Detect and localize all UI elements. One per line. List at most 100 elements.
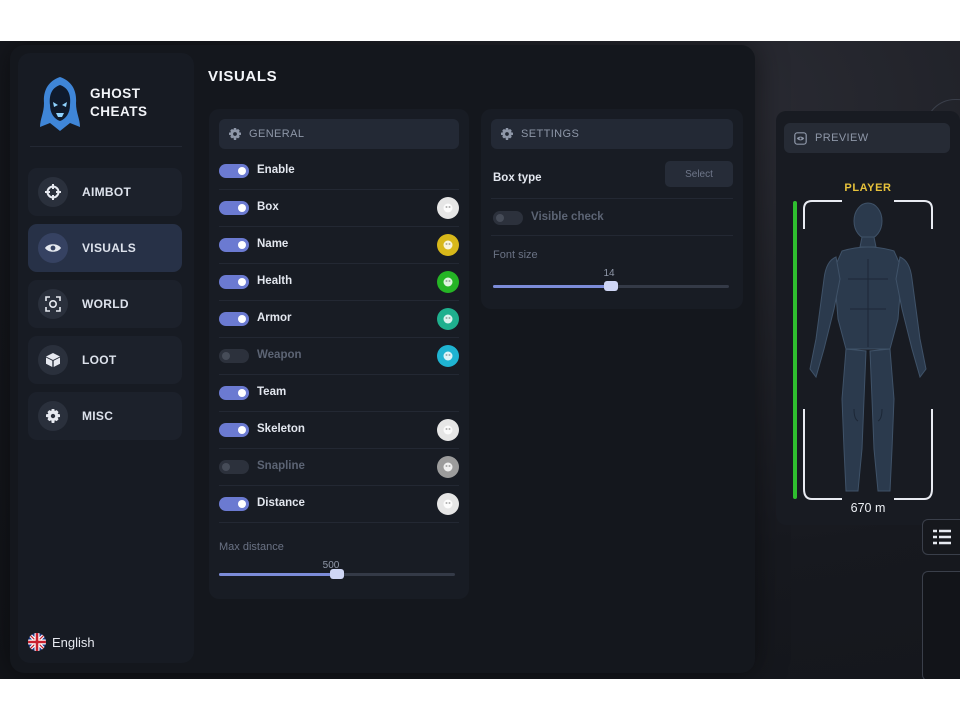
row-label: Distance <box>257 497 305 509</box>
general-panel-header: GENERAL <box>219 119 459 149</box>
side-panel-edge <box>922 571 960 679</box>
gear-icon <box>501 128 513 140</box>
row-armor: Armor <box>219 300 459 338</box>
box-type-label: Box type <box>493 172 542 184</box>
max-distance-label: Max distance <box>219 541 284 553</box>
sidebar-item-loot[interactable]: LOOT <box>28 336 182 384</box>
crosshair-icon <box>38 177 68 207</box>
font-size-value: 14 <box>603 268 615 279</box>
row-visible-check: Visible check <box>491 199 733 236</box>
general-panel-title: GENERAL <box>249 128 305 140</box>
sidebar-divider <box>30 146 182 147</box>
sidebar-item-aimbot[interactable]: AIMBOT <box>28 168 182 216</box>
row-enable: Enable <box>219 152 459 190</box>
font-size-slider[interactable] <box>493 281 729 291</box>
brand-name: GHOST CHEATS <box>90 85 148 121</box>
row-label: Snapline <box>257 460 305 472</box>
enable-toggle[interactable] <box>219 164 249 178</box>
name-toggle[interactable] <box>219 238 249 252</box>
cheat-menu-window: GHOST CHEATS AIMBOT VISUALS WORLD LOOT M… <box>10 45 755 673</box>
preview-eye-icon <box>794 131 807 145</box>
general-panel: GENERAL Enable Box Name Health Armor Wea… <box>209 109 469 599</box>
armor-color-picker[interactable] <box>437 308 459 330</box>
palette-icon <box>443 314 453 324</box>
row-label: Box <box>257 201 279 213</box>
row-label: Skeleton <box>257 423 305 435</box>
health-bar <box>793 201 797 499</box>
sidebar-item-label: AIMBOT <box>82 185 132 199</box>
language-label: English <box>52 634 95 650</box>
palette-icon <box>443 462 453 472</box>
team-toggle[interactable] <box>219 386 249 400</box>
box-color-picker[interactable] <box>437 197 459 219</box>
gear-icon <box>229 128 241 140</box>
distance-toggle[interactable] <box>219 497 249 511</box>
box-icon <box>38 345 68 375</box>
palette-icon <box>443 425 453 435</box>
row-label: Team <box>257 386 287 398</box>
palette-icon <box>443 240 453 250</box>
distance-color-picker[interactable] <box>437 493 459 515</box>
snapline-toggle[interactable] <box>219 460 249 474</box>
palette-icon <box>443 203 453 213</box>
preview-panel-header: PREVIEW <box>784 123 950 153</box>
sidebar-item-misc[interactable]: MISC <box>28 392 182 440</box>
ghost-logo-icon <box>40 77 80 131</box>
sidebar-item-label: VISUALS <box>82 241 137 255</box>
sidebar-item-label: MISC <box>82 409 114 423</box>
armor-toggle[interactable] <box>219 312 249 326</box>
row-health: Health <box>219 263 459 301</box>
slider-fill <box>493 285 611 288</box>
box-toggle[interactable] <box>219 201 249 215</box>
sidebar-item-label: LOOT <box>82 353 117 367</box>
sidebar-item-visuals[interactable]: VISUALS <box>28 224 182 272</box>
player-distance-label: 670 m <box>850 501 886 515</box>
brand-line2: CHEATS <box>90 104 148 119</box>
row-label: Name <box>257 238 289 250</box>
max-distance-slider[interactable] <box>219 569 455 579</box>
settings-panel-header: SETTINGS <box>491 119 733 149</box>
row-box: Box <box>219 189 459 227</box>
preview-panel-title: PREVIEW <box>815 132 869 144</box>
row-snapline: Snapline <box>219 448 459 486</box>
player-model <box>803 200 933 500</box>
snapline-color-picker[interactable] <box>437 456 459 478</box>
uk-flag-icon <box>28 633 46 651</box>
font-size-label: Font size <box>493 249 538 261</box>
name-color-picker[interactable] <box>437 234 459 256</box>
weapon-color-picker[interactable] <box>437 345 459 367</box>
settings-panel-title: SETTINGS <box>521 128 580 140</box>
palette-icon <box>443 499 453 509</box>
row-skeleton: Skeleton <box>219 411 459 449</box>
visible-check-label: Visible check <box>531 211 604 223</box>
row-label: Weapon <box>257 349 302 361</box>
brand-line1: GHOST <box>90 86 141 101</box>
app-stage: GHOST CHEATS AIMBOT VISUALS WORLD LOOT M… <box>0 41 960 679</box>
world-scan-icon <box>38 289 68 319</box>
skeleton-toggle[interactable] <box>219 423 249 437</box>
row-label: Armor <box>257 312 292 324</box>
health-toggle[interactable] <box>219 275 249 289</box>
row-distance: Distance <box>219 485 459 523</box>
sidebar-item-world[interactable]: WORLD <box>28 280 182 328</box>
settings-panel: SETTINGS Box type Select Visible check F… <box>481 109 743 309</box>
slider-fill <box>219 573 337 576</box>
palette-icon <box>443 277 453 287</box>
sidebar: GHOST CHEATS AIMBOT VISUALS WORLD LOOT M… <box>18 53 194 663</box>
skeleton-color-picker[interactable] <box>437 419 459 441</box>
health-color-picker[interactable] <box>437 271 459 293</box>
row-weapon: Weapon <box>219 337 459 375</box>
weapon-toggle[interactable] <box>219 349 249 363</box>
list-icon <box>933 529 951 545</box>
visible-check-toggle[interactable] <box>493 211 523 225</box>
player-name-label: PLAYER <box>844 182 892 194</box>
gear-icon <box>38 401 68 431</box>
eye-icon <box>38 233 68 263</box>
box-type-select[interactable]: Select <box>665 161 733 187</box>
slider-handle[interactable] <box>604 281 618 291</box>
sidebar-item-label: WORLD <box>82 297 129 311</box>
row-label: Health <box>257 275 293 287</box>
language-selector[interactable]: English <box>28 633 95 651</box>
slider-handle[interactable] <box>330 569 344 579</box>
list-menu-button[interactable] <box>922 519 960 555</box>
